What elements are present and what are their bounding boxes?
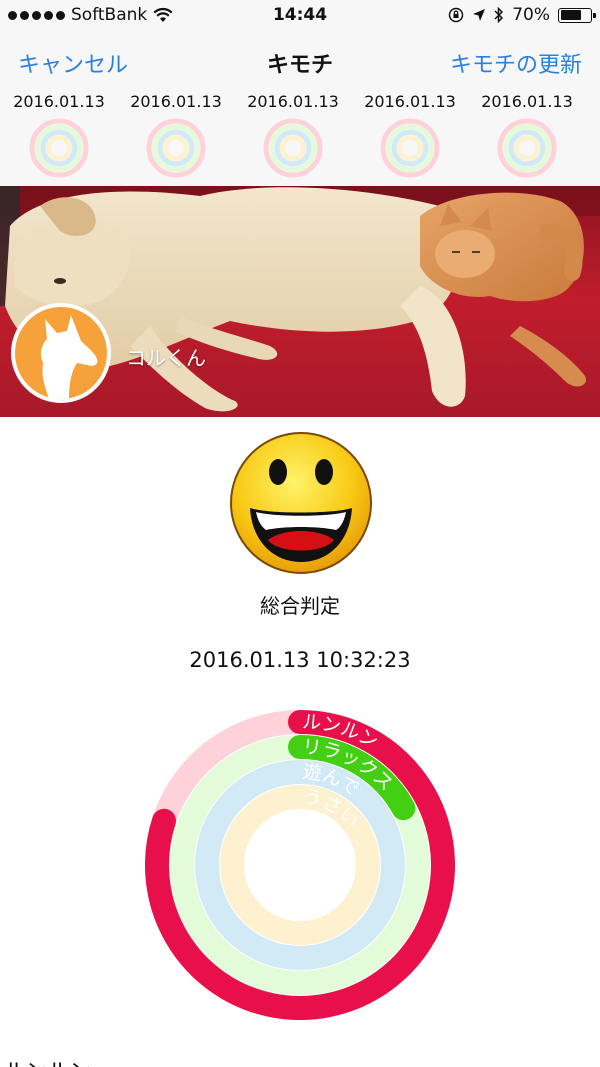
history-strip: 2016.01.13 2016.01.13 2016.01.13 2016.01… [0, 92, 600, 180]
history-date: 2016.01.13 [481, 92, 573, 111]
pet-cover-photo: コルくん [0, 186, 600, 417]
location-arrow-icon [473, 9, 486, 21]
history-date: 2016.01.13 [130, 92, 222, 111]
dog-silhouette-icon [40, 315, 98, 399]
update-mood-button[interactable]: キモチの更新 [450, 47, 582, 79]
mini-ring-icon [146, 118, 206, 178]
status-right: 70% [448, 5, 596, 25]
battery-fill [560, 10, 581, 20]
overall-judgement-label: 総合判定 [260, 594, 340, 618]
mini-ring-icon [29, 118, 89, 178]
history-item[interactable]: 2016.01.13 [234, 92, 352, 178]
pet-avatar[interactable] [11, 303, 111, 403]
mood-rings-chart: ルンルンリラックス遊んでうさい [145, 710, 455, 1020]
status-bar: SoftBank 14:44 70% [0, 0, 600, 30]
history-item[interactable]: 2016.01.13 [0, 92, 118, 178]
history-date: 2016.01.13 [13, 92, 105, 111]
navigation-bar: キャンセル キモチ キモチの更新 2016.01.13 2016.01.13 2… [0, 30, 600, 186]
laughing-face-icon [230, 432, 372, 574]
battery-icon [558, 7, 596, 23]
battery-percent: 70% [512, 5, 550, 25]
mini-ring-icon [380, 118, 440, 178]
section-heading: ルンルン [4, 1054, 91, 1067]
history-item[interactable]: 2016.01.13 [117, 92, 235, 178]
mini-ring-icon [497, 118, 557, 178]
history-date: 2016.01.13 [364, 92, 456, 111]
history-date: 2016.01.13 [247, 92, 339, 111]
mini-ring-icon [263, 118, 323, 178]
history-item[interactable]: 2016.01.13 [351, 92, 469, 178]
rotation-lock-icon [448, 7, 464, 23]
measurement-timestamp: 2016.01.13 10:32:23 [189, 648, 411, 672]
bluetooth-icon [494, 6, 504, 24]
pet-name: コルくん [126, 346, 206, 370]
history-item[interactable]: 2016.01.13 [468, 92, 586, 178]
